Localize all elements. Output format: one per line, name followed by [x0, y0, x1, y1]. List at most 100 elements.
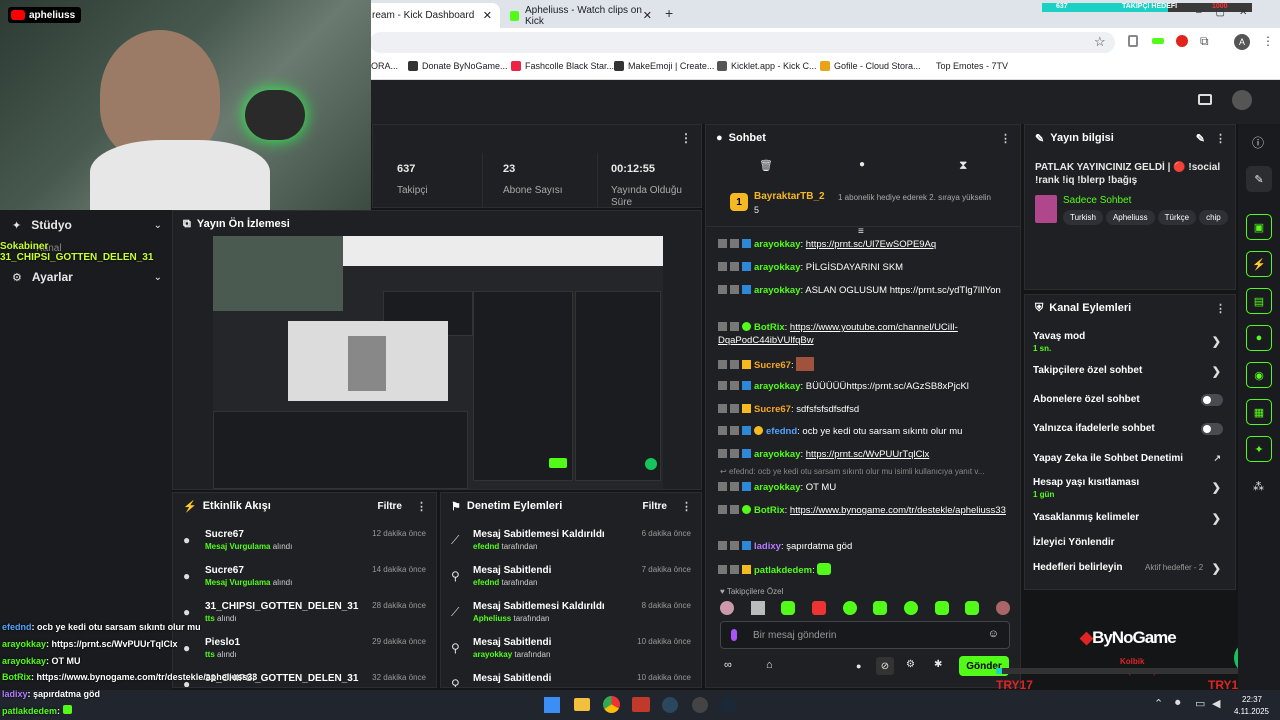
bookmark-item[interactable]: Fashcolle Black Star... [511, 61, 614, 71]
slow-mode-row[interactable]: Yavaş mod 1 sn. ❯ [1033, 331, 1229, 353]
delete-icon[interactable] [718, 505, 727, 514]
window-controls[interactable]: –▢✕ [1196, 7, 1261, 18]
apps-icon[interactable]: ⁂ [1253, 480, 1264, 493]
moderation-item[interactable]: ⟋ Mesaj Sabitlemesi Kaldırıldı efednd ta… [441, 525, 701, 561]
pause-chat-icon[interactable]: ⊘ [876, 657, 894, 675]
url-field[interactable] [370, 32, 1115, 53]
user-avatar[interactable] [1232, 90, 1252, 110]
lightning-icon[interactable]: ⚡ [1246, 251, 1272, 277]
shield-icon[interactable] [1128, 35, 1138, 47]
timeout-icon[interactable] [730, 482, 739, 491]
edit-icon[interactable]: ✎ [1246, 166, 1272, 192]
new-tab-icon[interactable]: + [665, 5, 673, 21]
file-explorer-icon[interactable] [574, 698, 590, 711]
chat-username[interactable]: arayokkay [754, 482, 800, 493]
tag[interactable]: Apheliuss [1105, 210, 1155, 225]
server-icon[interactable]: ▦ [1246, 399, 1272, 425]
delete-icon[interactable] [718, 381, 727, 390]
kebab-menu-icon[interactable]: ⋮ [416, 500, 427, 513]
tag[interactable]: Turkish [1063, 210, 1103, 225]
moderation-filter-button[interactable]: Filtre [643, 501, 667, 512]
timeout-icon[interactable] [730, 426, 739, 435]
emote-only-row[interactable]: Yalnızca ifadelerle sohbet [1033, 423, 1229, 435]
sidebar-item-studio[interactable]: ✦ Stüdyo ⌄ [12, 215, 162, 235]
goals-row[interactable]: Hedefleri belirleyin Aktif hedefler - 2 ❯ [1033, 562, 1229, 575]
delete-icon[interactable] [718, 239, 727, 248]
tab-kick-dashboard[interactable]: ream - Kick Dashboard ✕ [362, 3, 500, 28]
network-icon[interactable]: ▭ [1195, 697, 1205, 710]
kebab-menu-icon[interactable]: ⋮ [1215, 302, 1226, 315]
chat-username[interactable]: BotRix [754, 322, 785, 333]
emote-icon[interactable] [842, 601, 857, 615]
chat-username[interactable]: ladixy [754, 541, 781, 552]
timeout-icon[interactable] [730, 360, 739, 369]
pencil-icon[interactable]: ✎ [1196, 132, 1205, 145]
puzzle-icon[interactable]: ⧉ [1200, 34, 1209, 49]
timeout-icon[interactable] [730, 565, 739, 574]
chat-message[interactable]: arayokkay: BÜÜÜÜÜhttps://prnt.sc/AGzSB8x… [718, 380, 1008, 393]
microphone-icon[interactable] [731, 629, 737, 641]
subscribers-only-toggle[interactable] [1201, 394, 1223, 406]
timeout-icon[interactable] [730, 322, 739, 331]
points-icon[interactable]: ∞ [724, 659, 732, 671]
moderation-item[interactable]: ⟋ Mesaj Sabitlemesi Kaldırıldı Apheliuss… [441, 597, 701, 633]
emote-icon[interactable] [965, 601, 980, 615]
chrome-icon[interactable] [603, 696, 620, 713]
chat-message[interactable]: arayokkay: https://prnt.sc/Ul7EwSOPE9Aq [718, 238, 1008, 251]
chat-username[interactable]: arayokkay [754, 239, 800, 250]
document-icon[interactable]: ▤ [1246, 288, 1272, 314]
store-icon[interactable]: ⌂ [766, 659, 773, 671]
emote-icon[interactable] [750, 601, 765, 615]
emote-icon[interactable] [720, 601, 734, 615]
sidebar-item-settings[interactable]: ⚙ Ayarlar ⌄ [12, 267, 162, 287]
timeout-icon[interactable] [730, 541, 739, 550]
delete-icon[interactable] [718, 541, 727, 550]
chat-text[interactable]: https://www.bynogame.com/tr/destekle/aph… [790, 505, 1006, 516]
chat-message[interactable]: BotRix: https://www.bynogame.com/tr/dest… [718, 504, 1008, 517]
collapse-icon[interactable]: ≡ [858, 226, 864, 237]
delete-icon[interactable] [718, 262, 727, 271]
steam-client-icon[interactable] [721, 697, 737, 713]
volume-icon[interactable]: ◀ [1212, 697, 1220, 710]
profile-avatar[interactable]: A [1234, 34, 1250, 50]
wrench-icon[interactable]: ✦ [1246, 436, 1272, 462]
opera-extension-icon[interactable] [1176, 35, 1188, 47]
chat-text[interactable]: https://prnt.sc/WvPUUrTqlClx [806, 449, 930, 460]
chat-message[interactable]: arayokkay: https://prnt.sc/WvPUUrTqlClx [718, 448, 1008, 461]
chat-settings-icon[interactable]: ● [859, 159, 865, 170]
chat-icon[interactable]: ● [1246, 325, 1272, 351]
chat-bubble-icon[interactable]: ● [856, 661, 861, 671]
reply-preview[interactable]: ↩ efednd: ocb ye kedi otu sarsam sıkıntı… [720, 467, 1010, 476]
bookmark-item[interactable]: Top Emotes - 7TV [936, 61, 1008, 71]
broadcast-icon[interactable]: ◉ [1246, 362, 1272, 388]
timeout-icon[interactable] [730, 505, 739, 514]
clock-time[interactable]: 22:37 [1232, 695, 1262, 704]
chat-message[interactable]: patlakdedem: [718, 563, 1008, 577]
hourglass-icon[interactable]: ⧗ [959, 158, 967, 173]
raid-row[interactable]: İzleyici Yönlendir [1033, 537, 1229, 548]
timeout-icon[interactable] [730, 449, 739, 458]
moderation-item[interactable]: ⚲ Mesaj Sabitlendi efednd tarafından 7 d… [441, 561, 701, 597]
clock-date[interactable]: 4.11.2025 [1225, 707, 1269, 716]
kebab-menu-icon[interactable]: ⋮ [1000, 132, 1011, 145]
chat-message[interactable]: BotRix: https://www.youtube.com/channel/… [718, 321, 1008, 347]
start-icon[interactable] [544, 697, 560, 713]
subscribers-only-row[interactable]: Abonelere özel sohbet [1033, 394, 1229, 406]
timeout-icon[interactable] [730, 381, 739, 390]
obs-icon[interactable] [692, 697, 708, 713]
extension-icon[interactable] [1152, 38, 1164, 44]
clip-icon[interactable]: ▣ [1246, 214, 1272, 240]
chat-username[interactable]: arayokkay [754, 449, 800, 460]
bookmark-item[interactable]: Donate ByNoGame... [408, 61, 508, 71]
followers-only-row[interactable]: Takipçilere özel sohbet ❯ [1033, 365, 1229, 378]
chat-text[interactable]: https://prnt.sc/Ul7EwSOPE9Aq [806, 239, 936, 250]
bookmark-item[interactable]: ORA... [371, 61, 398, 71]
timeout-icon[interactable] [730, 404, 739, 413]
kebab-menu-icon[interactable]: ⋮ [1215, 132, 1226, 145]
delete-icon[interactable] [718, 285, 727, 294]
emoji-icon[interactable]: ☺ [988, 628, 999, 640]
emote-icon[interactable] [811, 601, 826, 615]
chat-message[interactable]: Sucre67: [718, 357, 1008, 372]
tray-chevron-icon[interactable]: ⌃ [1154, 697, 1163, 710]
delete-icon[interactable] [718, 449, 727, 458]
